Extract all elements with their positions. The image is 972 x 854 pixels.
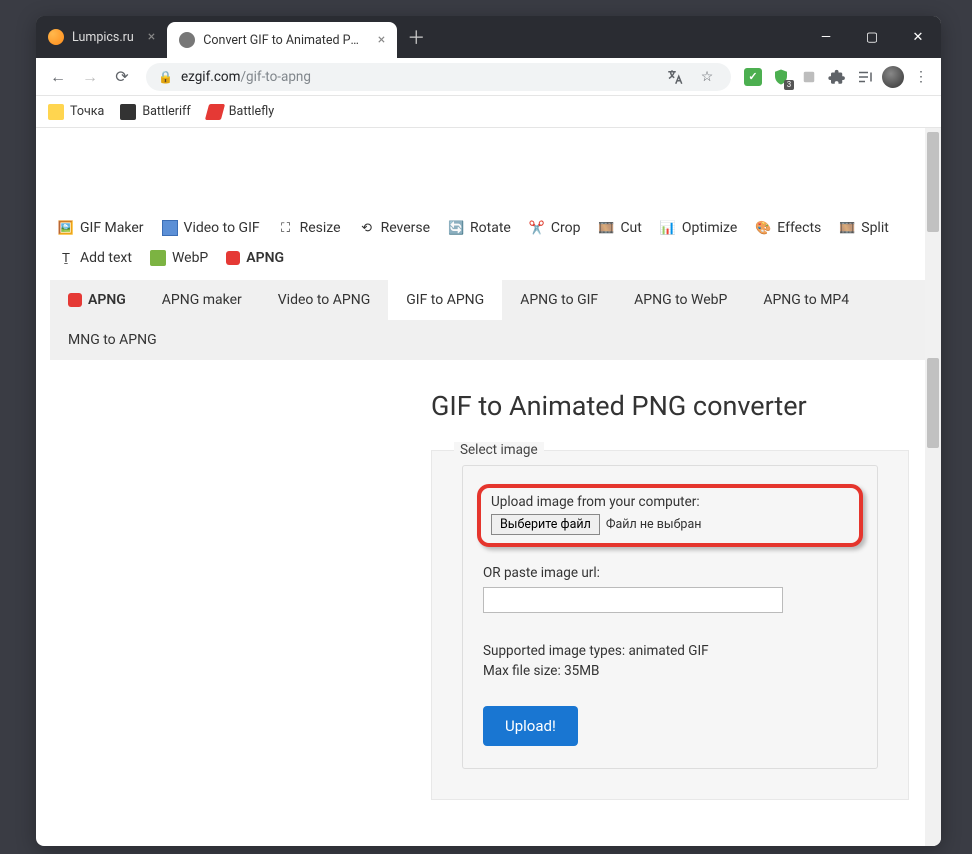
crop-icon: ✂️ — [529, 220, 545, 236]
tab-lumpics[interactable]: Lumpics.ru × — [36, 16, 167, 58]
subnav-gif-to-apng[interactable]: GIF to APNG — [388, 280, 502, 320]
tab-title: Lumpics.ru — [72, 30, 134, 45]
choose-file-button[interactable]: Выберите файл — [491, 514, 600, 535]
reverse-icon: ⟲ — [359, 220, 375, 236]
upload-label: Upload image from your computer: — [491, 494, 849, 510]
subnav-apng-to-webp[interactable]: APNG to WebP — [616, 280, 745, 320]
subnav-brand[interactable]: APNG — [50, 280, 144, 320]
bookmark-battleriff[interactable]: Battleriff — [120, 104, 190, 120]
scrollbar-thumb[interactable] — [927, 132, 939, 232]
page-content: 🖼️GIF Maker Video to GIF ⛶Resize ⟲Revers… — [36, 128, 941, 846]
apng-icon — [68, 293, 82, 307]
nav-split[interactable]: 🎞️Split — [837, 216, 891, 240]
forward-button[interactable]: → — [76, 63, 104, 91]
nav-optimize[interactable]: 📊Optimize — [658, 216, 739, 240]
subnav-apng-maker[interactable]: APNG maker — [144, 280, 260, 320]
toolbar: ← → ⟳ 🔒 ezgif.com/gif-to-apng ☆ ✓ 3 ⋮ — [36, 58, 941, 96]
new-tab-button[interactable]: ＋ — [397, 16, 435, 58]
tab-ezgif[interactable]: Convert GIF to Animated PNG × — [167, 22, 397, 58]
nav-gif-maker[interactable]: 🖼️GIF Maker — [56, 216, 146, 240]
page-heading: GIF to Animated PNG converter — [431, 390, 921, 422]
nav-resize[interactable]: ⛶Resize — [276, 216, 343, 240]
reload-button[interactable]: ⟳ — [108, 63, 136, 91]
bookmark-icon — [205, 104, 225, 120]
gif-icon: 🖼️ — [58, 220, 74, 236]
shield-badge: 3 — [784, 80, 794, 90]
main-area: GIF to Animated PNG converter Select ima… — [36, 360, 941, 820]
lock-icon: 🔒 — [158, 70, 173, 84]
fieldset-legend: Select image — [454, 442, 544, 458]
scrollbar[interactable] — [925, 128, 941, 846]
optimize-icon: 📊 — [660, 220, 676, 236]
file-status: Файл не выбран — [606, 517, 702, 532]
nav-reverse[interactable]: ⟲Reverse — [357, 216, 432, 240]
close-icon[interactable]: × — [148, 29, 155, 45]
url-text: ezgif.com/gif-to-apng — [181, 69, 311, 85]
film-icon — [162, 220, 178, 236]
profile-avatar[interactable] — [881, 65, 905, 89]
bookmark-battlefly[interactable]: Battlefly — [207, 104, 274, 120]
minimize-button[interactable]: — — [803, 16, 849, 58]
extensions-icon[interactable] — [825, 65, 849, 89]
star-icon[interactable]: ☆ — [695, 65, 719, 89]
subnav-apng-to-gif[interactable]: APNG to GIF — [502, 280, 616, 320]
split-icon: 🎞️ — [839, 220, 855, 236]
tab-title: Convert GIF to Animated PNG — [203, 33, 364, 48]
bookmarks-bar: Точка Battleriff Battlefly — [36, 96, 941, 128]
translate-icon[interactable] — [663, 65, 687, 89]
text-icon: Ṯ — [58, 250, 74, 266]
nav-rotate[interactable]: 🔄Rotate — [446, 216, 513, 240]
resize-icon: ⛶ — [278, 220, 294, 236]
nav-apng[interactable]: APNG — [224, 246, 286, 270]
nav-effects[interactable]: 🎨Effects — [753, 216, 823, 240]
extension-check-icon[interactable]: ✓ — [741, 65, 765, 89]
close-icon[interactable]: × — [378, 32, 385, 48]
maximize-button[interactable]: ▢ — [849, 16, 895, 58]
folder-icon — [48, 104, 64, 120]
window-controls: — ▢ ✕ — [803, 16, 941, 58]
upload-panel: Select image Upload image from your comp… — [431, 450, 909, 800]
nav-cut[interactable]: 🎞️Cut — [596, 216, 643, 240]
nav-video-to-gif[interactable]: Video to GIF — [160, 216, 262, 240]
scrollbar-thumb[interactable] — [927, 358, 939, 448]
reading-list-icon[interactable] — [853, 65, 877, 89]
rotate-icon: 🔄 — [448, 220, 464, 236]
subnav-video-to-apng[interactable]: Video to APNG — [260, 280, 388, 320]
favicon-ezgif — [179, 32, 195, 48]
titlebar: Lumpics.ru × Convert GIF to Animated PNG… — [36, 16, 941, 58]
nav-add-text[interactable]: ṮAdd text — [56, 246, 134, 270]
nav-webp[interactable]: WebP — [148, 246, 210, 270]
back-button[interactable]: ← — [44, 63, 72, 91]
apng-icon — [226, 251, 240, 265]
cut-icon: 🎞️ — [598, 220, 614, 236]
favicon-lumpics — [48, 29, 64, 45]
url-input[interactable] — [483, 587, 783, 613]
menu-icon[interactable]: ⋮ — [909, 65, 933, 89]
main-nav: 🖼️GIF Maker Video to GIF ⛶Resize ⟲Revers… — [36, 128, 941, 274]
browser-window: Lumpics.ru × Convert GIF to Animated PNG… — [36, 16, 941, 846]
bookmark-icon — [120, 104, 136, 120]
upload-button[interactable]: Upload! — [483, 706, 578, 746]
extension-gray-icon[interactable] — [797, 65, 821, 89]
support-text: Supported image types: animated GIF Max … — [483, 641, 857, 682]
shield-icon[interactable]: 3 — [769, 65, 793, 89]
or-label: OR paste image url: — [483, 565, 857, 581]
close-button[interactable]: ✕ — [895, 16, 941, 58]
webp-icon — [150, 250, 166, 266]
url-bar[interactable]: 🔒 ezgif.com/gif-to-apng ☆ — [146, 63, 731, 91]
upload-highlight: Upload image from your computer: Выберит… — [477, 484, 863, 547]
sub-nav: APNG APNG maker Video to APNG GIF to APN… — [50, 280, 927, 360]
effects-icon: 🎨 — [755, 220, 771, 236]
nav-crop[interactable]: ✂️Crop — [527, 216, 583, 240]
bookmark-tochka[interactable]: Точка — [48, 104, 104, 120]
subnav-apng-to-mp4[interactable]: APNG to MP4 — [745, 280, 867, 320]
subnav-mng-to-apng[interactable]: MNG to APNG — [50, 320, 175, 360]
